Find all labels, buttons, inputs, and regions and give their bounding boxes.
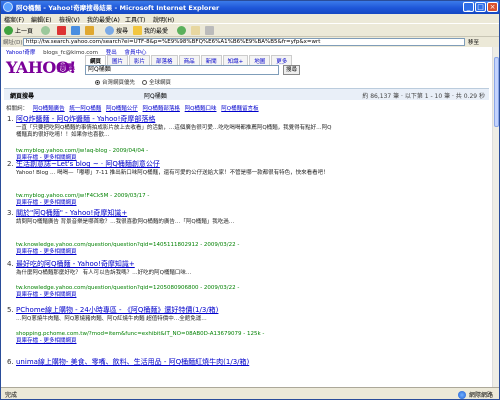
related-link[interactable]: 阿Q桶麵公仔 <box>106 106 138 112</box>
search-scope: 台灣網頁優先 全球網頁 <box>95 78 171 86</box>
radio-taiwan-label: 台灣網頁優先 <box>102 80 136 86</box>
radio-taiwan[interactable] <box>95 80 100 85</box>
close-button[interactable]: × <box>487 2 498 12</box>
result-url: tw.knowledge.yahoo.com/question/question… <box>16 285 240 291</box>
go-button[interactable]: 移至 <box>468 38 479 46</box>
related-link[interactable]: 阿Q桶麵部落格 <box>143 106 180 112</box>
result-snippet: 為什麼阿Q桶麵那麼好吃？ 有人可以告訴我嗎？…好吃的阿Q桶麵口味… <box>16 270 192 276</box>
scrollbar-thumb[interactable] <box>494 57 499 127</box>
stop-button[interactable] <box>57 25 66 36</box>
result-more-links[interactable]: 頁庫存檔 - 更多相關網頁 <box>16 292 76 299</box>
radio-global[interactable] <box>142 80 148 85</box>
favorites-button[interactable]: 我的最愛 <box>133 25 168 36</box>
result-url: tw.knowledge.yahoo.com/question/question… <box>16 242 240 248</box>
tab-maps[interactable]: 地圖 <box>249 55 271 65</box>
tab-knowledge[interactable]: 知識+ <box>222 55 249 65</box>
search-tabs: 網頁 圖片 影片 部落格 商品 新聞 知識+ 地圖 更多 <box>85 55 293 65</box>
refresh-button[interactable] <box>71 25 80 36</box>
history-button[interactable] <box>177 25 186 36</box>
result-more-links[interactable]: 頁庫存檔 - 更多相關網頁 <box>16 338 76 345</box>
top-link-yahoo[interactable]: Yahoo!奇摩 <box>6 50 35 56</box>
related-link[interactable]: 阿Q桶麵口味 <box>185 106 217 112</box>
stop-icon <box>57 26 66 35</box>
result-more-links[interactable]: 頁庫存檔 - 更多相關網頁 <box>16 200 76 207</box>
result-title-link[interactable]: 生活創意誌~Let's blog ~ · 阿Q桶麵創意公仔 <box>16 161 160 168</box>
search-icon <box>105 26 114 35</box>
related-link[interactable]: 阿Q桶麵留言板 <box>221 106 258 112</box>
related-searches: 相關詞： 阿Q桶麵廣告 統一阿Q桶麵 阿Q桶麵公仔 阿Q桶麵部落格 阿Q桶麵口味… <box>6 104 259 112</box>
page-content: Yahoo!奇摩 blogs_fc@kimo.com 登出 會員中心 YAHOO… <box>1 47 499 387</box>
result-title-link[interactable]: 最好吃的阿Q桶麵 - Yahoo!奇摩知識+ <box>16 261 135 268</box>
status-bar: 完成 網際網路 <box>1 387 499 399</box>
refresh-icon <box>71 26 80 35</box>
status-text: 完成 <box>5 392 18 399</box>
result-title-link[interactable]: 關於"阿Q桶麵" - Yahoo!奇摩知識+ <box>16 210 127 217</box>
address-label: 網址(D) <box>3 40 23 46</box>
result-number: 4. <box>7 260 14 268</box>
back-arrow-icon <box>4 26 13 35</box>
zone-label: 網際網路 <box>468 392 493 399</box>
minimize-button[interactable]: _ <box>463 2 474 12</box>
security-zone: 網際網路 <box>457 390 493 399</box>
tab-video[interactable]: 影片 <box>129 55 151 65</box>
result-snippet: 請問阿Q桶麵廣告 背景音樂是哪首歌？…我很喜歡阿Q桶麵的廣告…「阿Q桶麵」我吃過… <box>16 219 235 225</box>
tab-images[interactable]: 圖片 <box>107 55 129 65</box>
results-count: 約 86,137 筆 · 以下第 1 - 10 筆 · 共 0.29 秒 <box>362 93 485 100</box>
radio-global-label: 全球網頁 <box>149 80 172 86</box>
tab-news[interactable]: 新聞 <box>200 55 222 65</box>
window-title: 阿Q桶麵 - Yahoo!奇摩搜尋結果 - Microsoft Internet… <box>16 4 220 12</box>
result-number: 6. <box>7 358 14 366</box>
address-field[interactable]: http://tw.search.yahoo.com/search?ei=UTF… <box>23 38 465 46</box>
result-snippet: 一直「只要把吃阿Q桶麵的事情拍成影片放上去收看」的活動，…這個廣告很可愛…吃吃喝… <box>16 125 332 138</box>
search-button[interactable]: 搜尋 <box>105 25 128 36</box>
title-bar[interactable]: 阿Q桶麵 - Yahoo!奇摩搜尋結果 - Microsoft Internet… <box>1 1 499 14</box>
history-icon <box>177 26 186 35</box>
home-icon <box>85 26 94 35</box>
mail-button[interactable] <box>191 25 200 36</box>
address-bar: 網址(D) http://tw.search.yahoo.com/search?… <box>1 36 499 46</box>
related-label: 相關詞： <box>6 106 29 112</box>
logo-subtitle: 搜尋 <box>57 64 76 74</box>
ie-window: 阿Q桶麵 - Yahoo!奇摩搜尋結果 - Microsoft Internet… <box>0 0 500 400</box>
forward-button[interactable] <box>41 25 50 36</box>
tab-more[interactable]: 更多 <box>271 55 293 65</box>
home-button[interactable] <box>85 25 94 36</box>
vertical-scrollbar[interactable] <box>492 47 499 387</box>
maximize-button[interactable]: □ <box>475 2 486 12</box>
related-link[interactable]: 阿Q桶麵廣告 <box>33 106 65 112</box>
print-button[interactable] <box>205 25 214 36</box>
result-number: 1. <box>7 115 14 123</box>
results-header-query: 阿Q桶麵 <box>144 93 167 100</box>
tab-shopping[interactable]: 商品 <box>178 55 200 65</box>
globe-icon <box>457 390 466 399</box>
back-button[interactable]: 上一頁 <box>4 25 33 36</box>
ie-app-icon <box>3 2 13 12</box>
star-icon <box>133 26 142 35</box>
tab-blogs[interactable]: 部落格 <box>151 55 178 65</box>
result-number: 3. <box>7 209 14 217</box>
menu-bar: 檔案(F) 編輯(E) 檢視(V) 我的最愛(A) 工具(T) 說明(H) <box>1 14 499 24</box>
toolbar: 上一頁 搜尋 我的最愛 <box>1 23 499 36</box>
result-url: tw.myblog.yahoo.com/jw!aq-blog - 2009/04… <box>16 148 149 154</box>
result-snippet: Yahoo! Blog ... 喝喝—「嘟嘟」7-11 推出新口味阿Q桶麵，還有… <box>16 170 329 176</box>
forward-arrow-icon <box>41 26 50 35</box>
results-header-title: 網頁搜尋 <box>10 93 35 100</box>
result-more-links[interactable]: 頁庫存檔 - 更多相關網頁 <box>16 249 76 256</box>
result-url: shopping.pchome.com.tw/?mod=item&func=ex… <box>16 331 265 337</box>
result-title-link[interactable]: PChome線上購物 - 24小時專區 - 《阿Q桶麵》還好特價(1/3/箱) <box>16 307 218 314</box>
search-input[interactable]: 阿Q桶麵 <box>85 65 279 75</box>
result-number: 2. <box>7 160 14 168</box>
related-link[interactable]: 統一阿Q桶麵 <box>69 106 101 112</box>
result-snippet: …阿Q蔥燒牛肉麵、阿Q蔥燒豬肉麵、阿Q紅燒牛肉麵 超值特價中…全館免運… <box>16 316 207 322</box>
result-title-link[interactable]: 阿Q炸醬麵 - 阿Q炸醬麵 - Yahoo!奇摩部落格 <box>16 116 155 123</box>
result-url: tw.myblog.yahoo.com/jw!F4Ck5M - 2009/03/… <box>16 193 150 199</box>
tab-web[interactable]: 網頁 <box>85 55 107 65</box>
printer-icon <box>205 26 214 35</box>
mail-icon <box>191 26 200 35</box>
result-number: 5. <box>7 306 14 314</box>
search-submit-button[interactable]: 搜尋 <box>283 65 300 75</box>
results-header: 網頁搜尋 阿Q桶麵 約 86,137 筆 · 以下第 1 - 10 筆 · 共 … <box>4 88 489 100</box>
result-title-link[interactable]: unima線上購物- 美食、零嘴、飲料、生活用品 - 阿Q桶麵紅燒牛肉(1/3/… <box>16 359 249 366</box>
